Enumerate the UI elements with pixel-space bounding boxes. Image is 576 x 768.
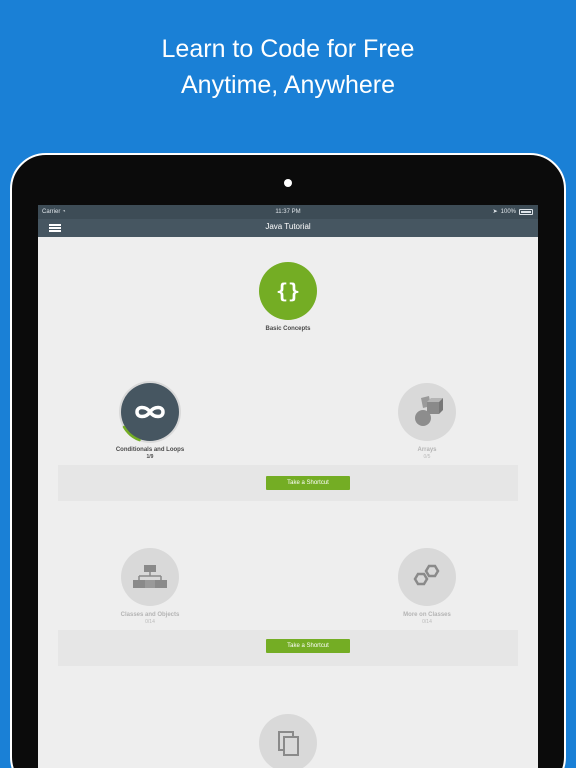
progress-ring xyxy=(122,425,141,442)
battery-icon xyxy=(519,208,533,215)
copy-pages-icon xyxy=(278,731,299,756)
battery-percent: 100% xyxy=(500,208,516,215)
hexagons-icon xyxy=(413,564,440,586)
camera-dot xyxy=(284,179,292,187)
status-bar: Carrier ◔ 11:37 PM ➤ 100% xyxy=(38,205,538,219)
battery-indicator: ➤ 100% xyxy=(493,208,533,215)
class-hierarchy-icon xyxy=(133,565,167,588)
lesson-circle[interactable] xyxy=(398,548,456,606)
lesson-title: Conditionals and Loops xyxy=(115,447,185,453)
status-time: 11:37 PM xyxy=(275,209,301,215)
promo-page: Learn to Code for Free Anytime, Anywhere… xyxy=(0,0,576,768)
nav-title: Java Tutorial xyxy=(265,222,311,231)
lesson-circle[interactable] xyxy=(121,383,179,442)
lesson-title: Basic Concepts xyxy=(265,326,311,332)
lesson-basic-concepts[interactable]: {} Basic Concepts xyxy=(208,262,368,332)
lesson-circle[interactable]: {} xyxy=(259,262,317,320)
progress-ring-fill xyxy=(122,425,141,442)
lesson-progress: 0/14 xyxy=(145,619,155,625)
shortcut-band: Take a Shortcut xyxy=(58,465,518,501)
shortcut-band: Take a Shortcut xyxy=(58,630,518,666)
lesson-progress: 0/14 xyxy=(422,619,432,625)
lesson-classes-and-objects[interactable]: Classes and Objects 0/14 xyxy=(70,548,230,625)
lesson-circle[interactable] xyxy=(121,548,179,606)
tablet-device: Carrier ◔ 11:37 PM ➤ 100% Java Tutorial xyxy=(10,153,566,768)
lesson-title: More on Classes xyxy=(403,612,451,618)
shapes-icon xyxy=(415,396,443,426)
lesson-circle[interactable] xyxy=(259,714,317,768)
lesson-progress: 0/5 xyxy=(423,454,431,460)
promo-headline-line1: Learn to Code for Free xyxy=(161,35,415,63)
lesson-conditionals-and-loops[interactable]: Conditionals and Loops 1/9 xyxy=(70,383,230,460)
lesson-progress: 1/9 xyxy=(146,454,154,460)
lesson-circle[interactable] xyxy=(398,383,456,441)
svg-text:{}: {} xyxy=(276,279,300,303)
lesson-more-on-classes[interactable]: More on Classes 0/14 xyxy=(347,548,507,625)
lesson-next[interactable] xyxy=(208,714,368,768)
lesson-title: Arrays xyxy=(417,447,437,453)
take-shortcut-button[interactable]: Take a Shortcut xyxy=(266,476,350,490)
lesson-arrays[interactable]: Arrays 0/5 xyxy=(347,383,507,460)
promo-headline-line2: Anytime, Anywhere xyxy=(181,71,395,99)
take-shortcut-button[interactable]: Take a Shortcut xyxy=(266,639,350,653)
location-arrow-icon: ➤ xyxy=(492,209,498,215)
app-screen: Carrier ◔ 11:37 PM ➤ 100% Java Tutorial xyxy=(38,205,538,768)
lesson-title: Classes and Objects xyxy=(120,612,180,618)
curly-braces-icon: {} xyxy=(276,279,300,303)
nav-bar: Java Tutorial xyxy=(38,219,538,237)
